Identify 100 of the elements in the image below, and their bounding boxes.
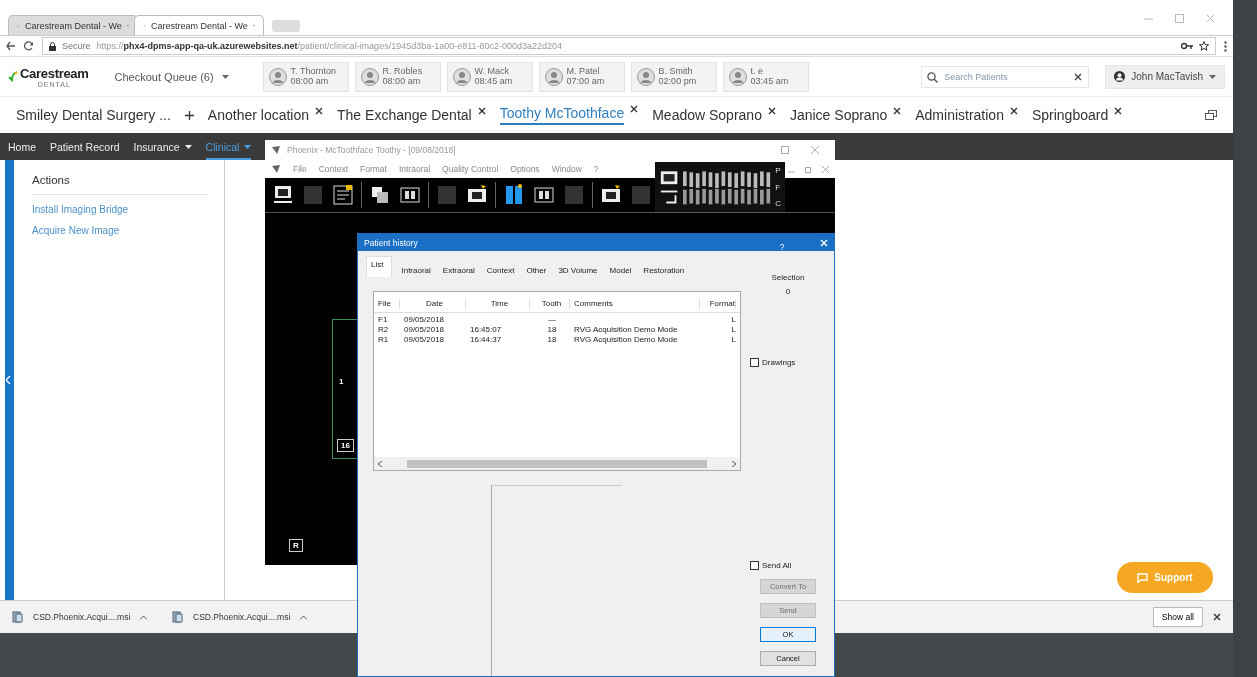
view-letter[interactable]: F [775,182,781,192]
close-icon[interactable] [630,105,639,113]
add-tab-icon[interactable] [184,110,194,120]
nav-item[interactable]: Home [8,135,36,160]
checkbox[interactable] [750,561,759,570]
nav-item[interactable]: Insurance [133,135,192,160]
chat-icon [1137,572,1149,583]
appointment-chip[interactable]: M. Patel 07:00 am [538,61,625,92]
browser-tab[interactable]: Carestream Dental - We [134,15,264,35]
table-cell-text: R1 [378,335,390,345]
location-tab[interactable]: Springboard [1031,101,1123,129]
column-header[interactable]: Format [704,299,736,309]
scroll-left-icon[interactable] [378,460,382,467]
table-cell-text: 09/05/2018 [404,315,446,325]
view-letter[interactable]: P [775,166,781,175]
close-icon[interactable] [1213,613,1221,621]
menu-item[interactable]: File [293,164,307,174]
dialog-tab[interactable]: Intraoral [398,264,434,277]
back-icon[interactable] [6,41,16,51]
dialog-tab[interactable]: 3D Volume [555,264,601,277]
frame-label: R [289,539,303,552]
scroll-right-icon[interactable] [732,460,736,467]
menu-dots-icon[interactable] [1224,40,1227,52]
menu-item[interactable]: Context [318,164,348,174]
table-cell-text: 18 [546,325,558,335]
avatar-icon [452,67,471,86]
location-tab[interactable]: Smiley Dental Surgery ... [16,101,171,129]
appointment-chip[interactable]: t. e 03:45 am [722,61,809,92]
list-icon[interactable] [331,183,355,207]
dialog-tab[interactable]: Context [483,264,518,277]
table-cell-text: 16:44:37 [470,335,503,345]
help-button[interactable]: ? [754,239,810,255]
reload-icon[interactable] [24,41,34,51]
appointment-chip[interactable]: B. Smith 02:00 pm [630,61,717,92]
close-icon[interactable] [1009,107,1018,115]
avatar-icon [636,67,655,86]
table-cell-text: 18 [546,335,558,345]
view-letter[interactable]: C [775,199,781,208]
column-header[interactable]: Comments [574,299,700,309]
dialog-tab[interactable]: List [366,256,393,277]
action-link[interactable]: Acquire New Image [32,225,208,236]
appointment-chip[interactable]: R. Robles 08:00 am [354,61,441,92]
windows-icon[interactable] [1205,110,1217,120]
horizontal-scrollbar[interactable] [374,457,740,470]
column-header[interactable]: Time [470,299,530,309]
dialog-tab[interactable]: Restoration [640,264,688,277]
close-icon[interactable] [1074,72,1083,81]
menu-item[interactable]: Options [510,164,540,174]
action-link[interactable]: Install Imaging Bridge [32,204,208,215]
avatar-icon [360,67,379,86]
download-item[interactable]: CSD.Phoenix.Acqui....msi [172,611,332,623]
caret-icon [244,144,252,149]
table-cell-text: 09/05/2018 [404,325,446,335]
location-tab[interactable]: Another location [207,101,324,129]
appointment-chip[interactable]: W. Mack 08:45 am [446,61,533,92]
location-tab[interactable]: Administration [915,101,1018,129]
nav-item[interactable]: Patient Record [50,135,120,160]
menu-item[interactable]: ? [593,164,599,174]
download-item[interactable]: CSD.Phoenix.Acqui....msi [12,611,172,623]
caret-icon [221,74,229,79]
lock-icon [49,41,56,51]
selection-label: Selection [771,273,805,282]
user-menu-button[interactable]: John MacTavish [1105,64,1225,89]
column-header[interactable]: File [378,299,400,309]
search-icon [927,71,939,83]
location-tab[interactable]: Meadow Soprano [652,101,776,129]
address-bar[interactable]: Secure https://phx4-dpms-app-qa-uk.azurewebsites.net/patient/clinical-images/1945d3ba-1a00-e811-80c2-000d3a22d204 [42,37,1216,55]
checkbox[interactable] [750,358,759,367]
column-header[interactable]: Date [404,299,466,309]
menu-item[interactable]: Format [360,164,387,174]
menu-item[interactable]: Intraoral [398,164,431,174]
scrollbar-thumb[interactable] [407,459,707,468]
location-tab[interactable]: Janice Soprano [789,101,902,129]
checkbox-label: Send All [762,561,792,570]
checkbox-label: Drawings [762,358,796,367]
queue-dropdown[interactable]: Checkout Queue (6) [108,69,235,84]
key-icon[interactable] [1181,42,1193,50]
close-icon[interactable] [477,107,486,115]
dialog-tab[interactable]: Model [606,264,635,277]
menu-item[interactable]: Quality Control [442,164,499,174]
star-icon[interactable] [1199,41,1209,51]
column-header[interactable]: Tooth [534,299,570,309]
location-tab[interactable]: Toothy McToothface [499,99,639,131]
panel-title: Actions [32,174,208,195]
avatar-icon [728,67,747,86]
close-icon[interactable] [767,107,776,115]
dialog-tab[interactable]: Other [523,264,550,277]
table-cell-text: F1 [378,315,389,325]
location-tab[interactable]: The Exchange Dental [337,101,486,129]
table-cell-text: L [730,335,736,345]
show-all-button[interactable]: Show all [1152,607,1203,627]
close-icon[interactable] [315,107,324,115]
frame-label: 16 [337,439,354,452]
search-field[interactable]: Search Patients [921,65,1090,88]
close-icon[interactable] [1114,107,1123,115]
appointment-chip[interactable]: T. Thornton 08:00 am [262,61,349,92]
menu-item[interactable]: Window [551,164,582,174]
dialog-tab[interactable]: Extraoral [439,264,478,277]
logo-check-icon [8,70,18,83]
close-icon[interactable] [893,107,902,115]
